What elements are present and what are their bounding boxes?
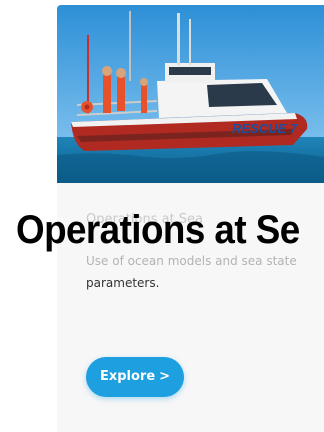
description-text-end: parameters. <box>86 276 160 290</box>
description-text: Use of ocean models and sea state <box>86 254 297 268</box>
rescue-boat-photo: RESCUE 7 <box>57 5 324 183</box>
boat-name-text: RESCUE 7 <box>232 121 298 136</box>
card-title: Operations at Se <box>16 208 300 252</box>
explore-button[interactable]: Explore > <box>86 357 184 397</box>
explore-button-label: Explore <box>99 369 156 384</box>
card-page: RESCUE 7 Operations at Sea Operations at… <box>0 0 324 432</box>
card-description: Use of ocean models and sea state parame… <box>86 250 318 294</box>
chevron-right-icon: > <box>159 369 171 384</box>
